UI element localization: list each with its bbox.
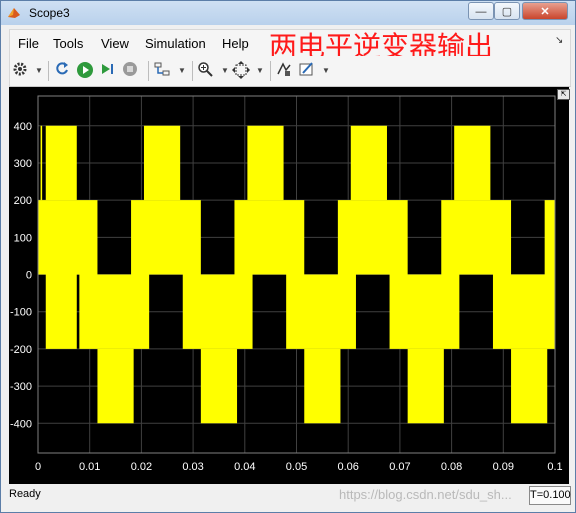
y-tick-label: 0 xyxy=(26,270,32,282)
y-tick-label: -100 xyxy=(10,307,32,319)
step-forward-icon[interactable] xyxy=(99,61,119,81)
y-tick-label: -400 xyxy=(10,418,32,430)
trace-segment xyxy=(143,125,181,201)
style-icon[interactable] xyxy=(299,61,319,81)
trace-segment xyxy=(304,348,341,424)
trace-segment xyxy=(407,348,444,424)
undock-axes-icon[interactable]: ⇱ xyxy=(557,89,570,100)
menu-file[interactable]: File xyxy=(18,36,39,51)
trace-segment xyxy=(511,348,548,424)
toolbar: ▼ ▼ ▼ ▼ ▼ xyxy=(9,56,571,87)
autoscale-dropdown-icon[interactable]: ▼ xyxy=(256,66,264,75)
menu-help[interactable]: Help xyxy=(222,36,249,51)
trace-segment xyxy=(441,200,512,275)
zoom-icon[interactable] xyxy=(197,61,217,81)
plot-area[interactable]: 0 0.01 0.02 0.03 0.04 0.05 0.06 0.07 0.08 0.09 0.1… xyxy=(9,87,569,484)
x-tick-label: 0.01 xyxy=(79,461,100,473)
style-dropdown-icon[interactable]: ▼ xyxy=(322,66,330,75)
trace-segment xyxy=(200,348,238,424)
status-bar: Ready https://blog.csdn.net/sdu_sh... T=… xyxy=(9,485,571,505)
trace-segment xyxy=(350,125,387,201)
trace-segment xyxy=(389,274,460,349)
menu-view[interactable]: View xyxy=(101,36,129,51)
sim-time-readout: T=0.100 xyxy=(529,486,571,505)
y-tick-label: 300 xyxy=(14,158,32,170)
minimize-button[interactable]: — xyxy=(468,2,494,20)
trace-segment xyxy=(79,274,150,349)
x-tick-label: 0 xyxy=(35,461,41,473)
toolbar-separator xyxy=(270,61,271,81)
trace-segment xyxy=(38,200,98,275)
cursor-icon[interactable] xyxy=(276,61,296,81)
y-tick-label: -300 xyxy=(10,381,32,393)
zoom-dropdown-icon[interactable]: ▼ xyxy=(221,66,229,75)
close-button[interactable]: ✕ xyxy=(522,2,568,20)
toolbar-separator xyxy=(48,61,49,81)
toolbar-separator xyxy=(148,61,149,81)
trace-segment xyxy=(40,125,43,201)
gear-dropdown-icon[interactable]: ▼ xyxy=(35,66,43,75)
x-tick-label: 0.08 xyxy=(441,461,462,473)
y-tick-label: 200 xyxy=(14,195,32,207)
trace-segment xyxy=(234,200,305,275)
gear-icon[interactable] xyxy=(12,61,32,81)
menu-overflow-icon[interactable]: ↘ xyxy=(555,35,563,46)
y-tick-label: 400 xyxy=(14,121,32,133)
trace-segment xyxy=(247,125,284,201)
menu-tools[interactable]: Tools xyxy=(53,36,83,51)
x-tick-label: 0.04 xyxy=(234,461,255,473)
toolbar-separator xyxy=(192,61,193,81)
run-icon[interactable] xyxy=(76,61,96,81)
watermark-text: https://blog.csdn.net/sdu_sh... xyxy=(339,487,512,502)
status-text: Ready xyxy=(9,488,41,500)
trace-segment xyxy=(544,200,555,275)
x-tick-label: 0.1 xyxy=(547,461,562,473)
maximize-button[interactable]: ▢ xyxy=(494,2,520,20)
trace-segment xyxy=(45,274,77,349)
trace-segment xyxy=(454,125,491,201)
x-tick-label: 0.03 xyxy=(182,461,203,473)
stop-icon[interactable] xyxy=(122,61,142,81)
y-tick-label: -200 xyxy=(10,344,32,356)
restore-icon[interactable] xyxy=(54,61,74,81)
trace-segment xyxy=(337,200,408,275)
x-tick-label: 0.07 xyxy=(389,461,410,473)
scope-chart[interactable]: 0 0.01 0.02 0.03 0.04 0.05 0.06 0.07 0.08 0.09 0.1… xyxy=(9,87,569,484)
x-tick-label: 0.06 xyxy=(337,461,358,473)
matlab-icon xyxy=(8,8,20,18)
trace-segment xyxy=(182,274,253,349)
trace-segment xyxy=(131,200,201,275)
scope-window: Scope3 — ▢ ✕ File Tools View Simulation … xyxy=(0,0,576,513)
x-tick-label: 0.02 xyxy=(131,461,152,473)
autoscale-icon[interactable] xyxy=(232,61,252,81)
y-tick-label: 100 xyxy=(14,232,32,244)
x-tick-label: 0.05 xyxy=(286,461,307,473)
trace-segment xyxy=(286,274,356,349)
trace-segment xyxy=(45,125,77,201)
highlight-dropdown-icon[interactable]: ▼ xyxy=(178,66,186,75)
window-title: Scope3 xyxy=(29,6,70,20)
highlight-icon[interactable] xyxy=(154,61,174,81)
title-bar[interactable]: Scope3 — ▢ ✕ xyxy=(1,1,575,25)
x-tick-label: 0.09 xyxy=(493,461,514,473)
trace-segment xyxy=(97,348,134,424)
menu-simulation[interactable]: Simulation xyxy=(145,36,206,51)
trace-segment xyxy=(492,274,555,349)
